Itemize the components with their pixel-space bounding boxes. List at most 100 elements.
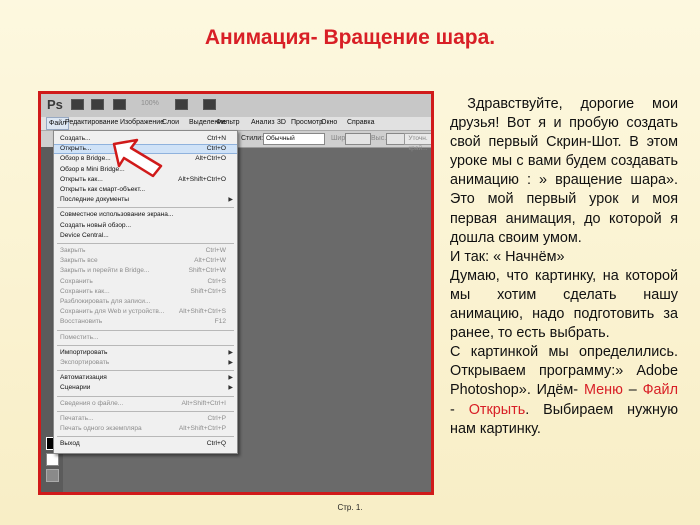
page-number: Стр. 1. — [337, 503, 363, 512]
menu-item-label: Закрыть все — [60, 257, 98, 265]
menu-5[interactable]: Фильтр — [216, 119, 240, 126]
height-input[interactable] — [386, 133, 406, 145]
file-menu-item: Поместить... — [54, 333, 237, 343]
ps-application-bar: Ps 100% — [41, 94, 431, 118]
styles-label: Стили: — [241, 135, 264, 142]
menu-item-shortcut: Ctrl+P — [207, 414, 226, 422]
menu-separator — [57, 329, 234, 331]
menu-item-label: Сценарии — [60, 384, 91, 392]
menu-8[interactable]: Просмотр — [291, 119, 323, 126]
page: Анимация- Вращение шара. Ps 100% Файл Ред… — [0, 0, 700, 525]
file-menu-item[interactable]: Импортировать ▶ — [54, 348, 237, 358]
width-input[interactable] — [345, 133, 371, 145]
screenshot-frame: Ps 100% Файл Редактирование Изображение Сло… — [38, 91, 434, 495]
file-menu-item[interactable]: Совместное использование экрана... — [54, 210, 237, 220]
menu-1[interactable]: Редактирование — [65, 119, 118, 126]
file-word: Файл — [642, 382, 678, 399]
menu-item-shortcut: Ctrl+N — [207, 135, 226, 142]
dash-two: - — [450, 401, 469, 418]
mini-bridge-icon[interactable] — [91, 99, 104, 110]
menu-item-shortcut: Alt+Shift+Ctrl+P — [178, 425, 226, 432]
screen-mode-icon[interactable] — [203, 99, 216, 110]
styles-select[interactable]: Обычный — [263, 133, 325, 145]
file-menu-item: Сохранить для Web и устройств... Alt+Shif… — [54, 307, 237, 317]
menu-item-label: Открыть... — [60, 145, 92, 153]
bridge-icon[interactable] — [71, 99, 84, 110]
photoshop-logo: Ps — [47, 97, 63, 112]
file-menu-item: Сохранить Ctrl+S — [54, 277, 237, 287]
menu-separator — [57, 410, 234, 412]
menu-item-label: Обзор в Bridge... — [60, 155, 111, 163]
file-menu-item: Сведения о файле... Alt+Shift+Ctrl+I — [54, 399, 237, 409]
menu-item-label: Импортировать — [60, 348, 108, 356]
file-menu-item[interactable]: Открыть как смарт-объект... — [54, 185, 237, 195]
menu-separator — [57, 395, 234, 397]
zoom-level[interactable]: 100% — [141, 100, 159, 107]
file-menu-item: Разблокировать для записи... — [54, 297, 237, 307]
menu-2[interactable]: Изображение — [120, 119, 164, 126]
file-menu-item[interactable]: Последние документы ▶ — [54, 195, 237, 205]
menu-item-shortcut: F12 — [214, 318, 226, 326]
quick-mask-icon[interactable] — [46, 469, 59, 482]
lets-begin-line: И так: « Начнём» — [450, 248, 565, 265]
menu-item-label: Закрыть и перейти в Bridge... — [60, 267, 150, 275]
background-color-swatch[interactable] — [46, 453, 59, 466]
menu-item-shortcut: Ctrl+Q — [206, 440, 226, 448]
menu-item-label: Печать одного экземпляра — [60, 425, 142, 432]
file-menu-item: Сохранить как... Shift+Ctrl+S — [54, 287, 237, 297]
file-menu-item: Экспортировать ▶ — [54, 358, 237, 368]
menu-item-label: Автоматизация — [60, 374, 107, 382]
menu-item-label: Создать новый обзор... — [60, 221, 132, 229]
file-menu-item[interactable]: Выход Ctrl+Q — [54, 439, 237, 449]
menu-item-label: Печатать... — [60, 414, 94, 422]
intro-paragraph: Здравствуйте, дорогие мои друзья! Вот я … — [450, 96, 678, 246]
file-menu-item[interactable]: Создать новый обзор... — [54, 221, 237, 231]
article-text: Здравствуйте, дорогие мои друзья! Вот я … — [450, 95, 678, 439]
menu-item-shortcut: Alt+Ctrl+O — [195, 155, 226, 163]
file-menu-item[interactable]: Device Central... — [54, 231, 237, 241]
file-menu-item[interactable]: Автоматизация ▶ — [54, 373, 237, 383]
submenu-arrow-icon: ▶ — [228, 385, 233, 392]
submenu-arrow-icon: ▶ — [228, 375, 233, 382]
menu-6[interactable]: Анализ — [251, 119, 275, 126]
refine-edge-button[interactable]: Уточн. край... — [404, 133, 431, 152]
menu-item-shortcut: Ctrl+O — [206, 145, 226, 153]
menu-7[interactable]: 3D — [277, 119, 286, 126]
menu-item-label: Экспортировать — [60, 359, 110, 366]
menu-item-label: Закрыть — [60, 247, 86, 254]
menu-item-shortcut: Alt+Shift+Ctrl+S — [178, 308, 226, 316]
page-title: Анимация- Вращение шара. — [204, 26, 496, 49]
menu-item-label: Device Central... — [60, 231, 109, 239]
menu-item-label: Сохранить — [60, 277, 93, 285]
menu-item-shortcut: Shift+Ctrl+S — [190, 287, 226, 295]
dash-one: – — [622, 382, 643, 399]
file-menu-item: Закрыть и перейти в Bridge... Shift+Ctrl+… — [54, 266, 237, 276]
menu-item-label: Совместное использование экрана... — [60, 211, 174, 219]
menu-separator — [57, 207, 234, 209]
menu-item-shortcut: Alt+Shift+Ctrl+I — [181, 399, 226, 407]
menu-3[interactable]: Слои — [162, 119, 179, 126]
open-paragraph: С картинкой мы определились. Открываем п… — [450, 343, 678, 438]
file-menu-item: Восстановить F12 — [54, 317, 237, 327]
menu-item-shortcut: Ctrl+S — [207, 277, 226, 285]
menu-word: Меню — [583, 382, 623, 399]
file-menu-item: Печать одного экземпляра Alt+Shift+Ctrl+P — [54, 424, 237, 434]
menu-item-label: Поместить... — [60, 333, 99, 341]
menu-item-shortcut: Shift+Ctrl+W — [188, 267, 226, 275]
menu-item-label: Сохранить для Web и устройств... — [60, 308, 165, 316]
open-word: Открыть — [468, 401, 526, 418]
arrange-documents-icon[interactable] — [175, 99, 188, 110]
file-menu-item[interactable]: Сценарии ▶ — [54, 383, 237, 393]
menu-item-label: Сохранить как... — [60, 287, 110, 295]
file-menu-item: Печатать... Ctrl+P — [54, 414, 237, 424]
menu-10[interactable]: Справка — [347, 119, 374, 126]
menu-item-label: Выход — [60, 440, 80, 448]
menu-separator — [57, 344, 234, 346]
submenu-arrow-icon: ▶ — [228, 349, 233, 356]
view-extras-icon[interactable] — [113, 99, 126, 110]
menu-9[interactable]: Окно — [321, 119, 337, 126]
submenu-arrow-icon: ▶ — [228, 197, 233, 204]
pointer-arrow-icon — [112, 138, 163, 178]
ps-menubar: Файл Редактирование Изображение Слои Выделен… — [41, 117, 431, 131]
menu-item-label: Разблокировать для записи... — [60, 298, 151, 305]
